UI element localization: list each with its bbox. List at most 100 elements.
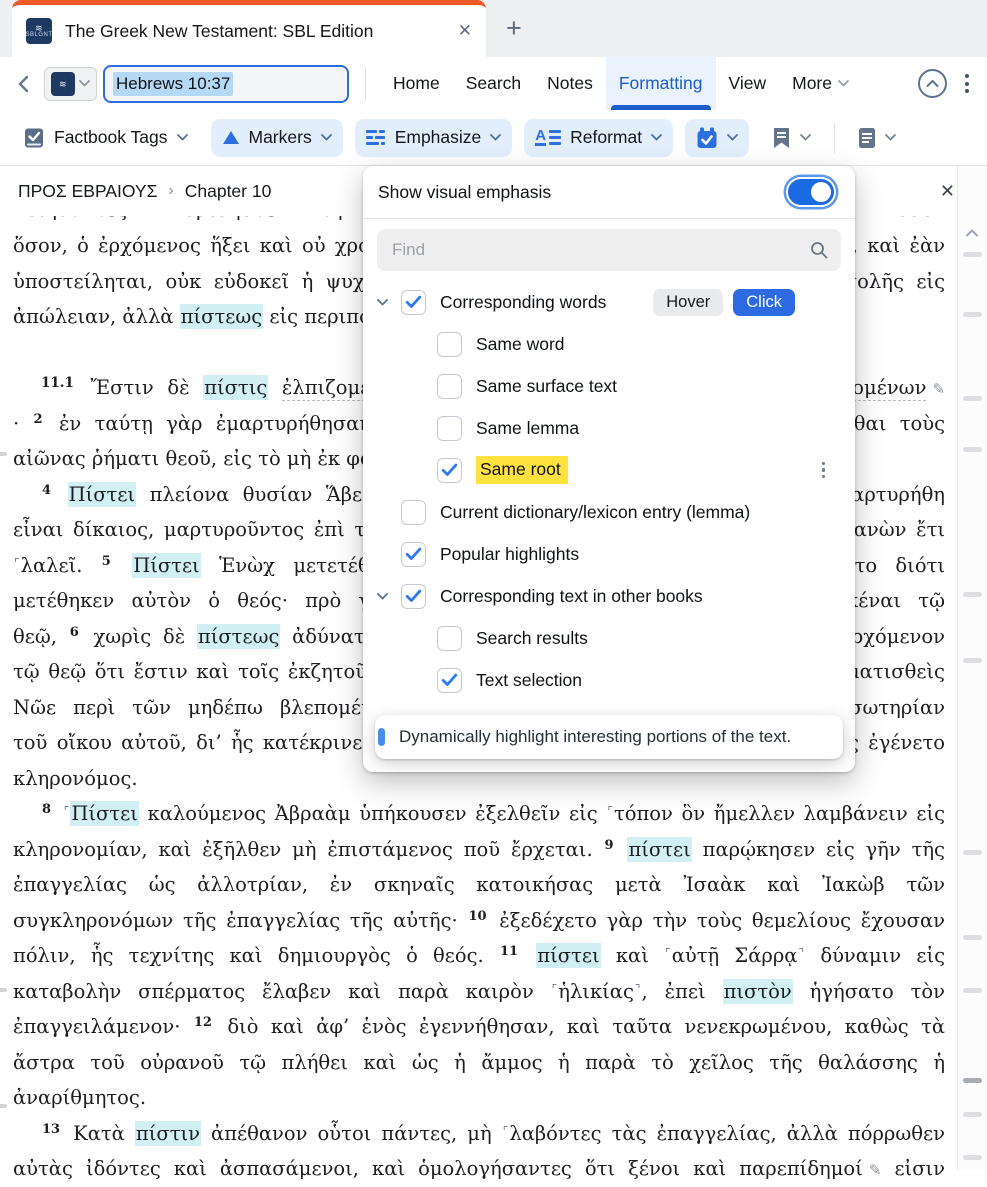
emphasize-lines-icon bbox=[365, 130, 385, 145]
breadcrumb-book[interactable]: ΠΡΟΣ ΕΒΡΑΙΟΥΣ bbox=[18, 181, 157, 202]
scroll-marker bbox=[963, 396, 982, 401]
checkbox[interactable] bbox=[401, 499, 426, 525]
outline-button[interactable] bbox=[761, 119, 822, 157]
checkbox[interactable] bbox=[437, 373, 462, 399]
text-segment: ἀπώλειαν, ἀλλὰ bbox=[13, 305, 180, 328]
checkbox[interactable] bbox=[401, 541, 426, 567]
tab-search[interactable]: Search bbox=[453, 57, 534, 110]
text-line: κληρονομίαν, καὶ ἐξῆλθεν μὴ ἐπιστάμενος … bbox=[13, 832, 945, 868]
checkbox[interactable] bbox=[401, 583, 426, 609]
reformat-icon: A bbox=[535, 128, 562, 146]
text-segment: ἐπαγγελίας ὡς ἀλλοτρίαν, ἐν σκηναῖς κατο… bbox=[13, 873, 945, 896]
tab-formatting[interactable]: Formatting bbox=[605, 57, 716, 110]
highlighted-word[interactable]: πιστὸν bbox=[722, 978, 793, 1004]
checkbox[interactable] bbox=[437, 457, 462, 483]
resource-tab[interactable]: ≋ SBLGNT The Greek New Testament: SBL Edi… bbox=[12, 0, 486, 57]
tab-notes[interactable]: Notes bbox=[534, 57, 606, 110]
tab-view[interactable]: View bbox=[716, 57, 780, 110]
emphasize-button[interactable]: Emphasize bbox=[354, 118, 513, 157]
text-segment bbox=[268, 376, 282, 399]
page-view-button[interactable] bbox=[847, 119, 907, 157]
row-label: Popular highlights bbox=[440, 543, 580, 564]
emphasis-row-same-lemma[interactable]: Same lemma bbox=[363, 407, 855, 449]
row-options-kebab-icon[interactable] bbox=[821, 461, 825, 479]
close-tab-icon[interactable]: ✕ bbox=[458, 21, 472, 41]
checkbox[interactable] bbox=[437, 415, 462, 441]
checkbox[interactable] bbox=[437, 667, 462, 693]
emphasis-row-corresponding-text-in-other-books[interactable]: Corresponding text in other books bbox=[363, 575, 855, 617]
text-segment: τόπον ὃν ἤμελλεν λαμβάνειν εἰς bbox=[613, 802, 945, 825]
checkbox[interactable] bbox=[437, 331, 462, 357]
factbook-tags-button[interactable]: Factbook Tags bbox=[12, 119, 199, 157]
hover-mode-button[interactable]: Hover bbox=[653, 288, 724, 316]
panel-menu-icon[interactable] bbox=[963, 72, 971, 95]
scripture-paragraph: 13 Κατὰ πίστιν ἀπέθανον οὗτοι πάντες, μὴ… bbox=[13, 1116, 945, 1187]
row-label: Same word bbox=[476, 333, 565, 354]
row-label: Search results bbox=[476, 627, 588, 648]
verse-number: 6 bbox=[69, 624, 79, 640]
expand-chevron-icon[interactable] bbox=[377, 592, 401, 600]
emphasis-row-same-root[interactable]: Same root bbox=[363, 449, 855, 491]
highlighted-word[interactable]: πίστιν bbox=[134, 1120, 201, 1146]
critical-mark: ⌜ bbox=[14, 555, 20, 570]
highlighted-word[interactable]: Πίστει bbox=[70, 801, 139, 826]
scroll-marker bbox=[963, 1078, 982, 1083]
highlighted-word[interactable]: πίστις bbox=[203, 375, 269, 400]
highlighted-word[interactable]: πίστεως bbox=[196, 623, 281, 649]
reference-input[interactable]: Hebrews 10:37 bbox=[103, 64, 349, 103]
verse-number: 2 bbox=[33, 411, 43, 427]
reformat-button[interactable]: A Reformat bbox=[524, 118, 674, 157]
highlighted-word[interactable]: πίστει bbox=[627, 836, 692, 862]
scroll-marker bbox=[963, 988, 982, 993]
markers-label: Markers bbox=[248, 127, 312, 147]
checkbox[interactable] bbox=[401, 289, 426, 315]
text-segment: κληρονόμος. bbox=[13, 766, 138, 790]
back-button[interactable] bbox=[14, 74, 34, 94]
text-segment: καὶ bbox=[600, 944, 665, 967]
scroll-marker bbox=[963, 592, 982, 597]
tab-more[interactable]: More bbox=[779, 57, 862, 110]
page-text-icon bbox=[859, 127, 876, 148]
emphasis-row-search-results[interactable]: Search results bbox=[363, 617, 855, 659]
text-segment: , ἐπεὶ bbox=[641, 979, 723, 1003]
text-segment: αὐτὰς ἰδόντες καὶ ἀσπασάμενοι, καὶ ὁμολο… bbox=[13, 1157, 863, 1180]
emphasis-row-popular-highlights[interactable]: Popular highlights bbox=[363, 533, 855, 575]
scroll-marker bbox=[963, 252, 982, 257]
visual-emphasis-toggle[interactable] bbox=[788, 179, 834, 205]
find-input[interactable] bbox=[390, 239, 810, 261]
add-tab-button[interactable]: + bbox=[506, 0, 522, 57]
click-mode-button[interactable]: Click bbox=[733, 288, 795, 316]
expand-chevron-icon[interactable] bbox=[377, 298, 401, 306]
highlighted-word[interactable]: πίστεως bbox=[179, 304, 264, 329]
panel-title: Show visual emphasis bbox=[378, 181, 552, 202]
checkbox[interactable] bbox=[437, 625, 462, 651]
highlighted-word[interactable]: πίστει bbox=[536, 943, 601, 968]
emphasis-row-same-word[interactable]: Same word bbox=[363, 323, 855, 365]
tab-home[interactable]: Home bbox=[380, 57, 453, 110]
find-field[interactable] bbox=[377, 229, 841, 271]
collapse-toolbar-button[interactable] bbox=[918, 69, 947, 98]
emphasis-row-same-surface-text[interactable]: Same surface text bbox=[363, 365, 855, 407]
emphasis-row-text-selection[interactable]: Text selection bbox=[363, 659, 855, 701]
note-highlighter-icon[interactable]: ✎ bbox=[932, 380, 945, 398]
markers-button[interactable]: Markers bbox=[210, 118, 343, 157]
emphasis-row-current-dictionary-lexicon-entry-lemma[interactable]: Current dictionary/lexicon entry (lemma) bbox=[363, 491, 855, 533]
visual-filters-icon bbox=[697, 127, 717, 148]
visual-filters-button[interactable] bbox=[685, 118, 750, 157]
chevron-down-icon bbox=[176, 134, 188, 141]
text-segment: κληρονομίαν, καὶ ἐξῆλθεν μὴ ἐπιστάμενος … bbox=[13, 837, 604, 861]
text-segment: πόλιν, ἧς τεχνίτης καὶ δημιουργὸς ὁ θεός… bbox=[13, 944, 499, 967]
highlighted-word[interactable]: Πίστει bbox=[67, 481, 137, 507]
text-segment: ἡγήσατο τὸν bbox=[792, 979, 945, 1003]
resource-switcher[interactable]: ≋ bbox=[44, 66, 97, 101]
emphasis-row-corresponding-words[interactable]: Corresponding words Hover Click bbox=[363, 281, 855, 323]
scroll-marker bbox=[963, 447, 982, 452]
close-icon[interactable]: ✕ bbox=[940, 181, 955, 202]
note-highlighter-icon[interactable]: ✎ bbox=[869, 1161, 882, 1179]
scroll-up-icon[interactable] bbox=[965, 228, 979, 237]
scripture-paragraph: 8 ⌜ Πίστει καλούμενος Ἀβραὰμ ὑπήκουσεν ἐξ… bbox=[13, 796, 945, 1116]
highlighted-word[interactable]: Πίστει bbox=[132, 552, 201, 578]
breadcrumb-chapter[interactable]: Chapter 10 bbox=[185, 181, 272, 202]
scroll-marker bbox=[963, 312, 982, 317]
chevron-down-icon bbox=[490, 134, 502, 141]
